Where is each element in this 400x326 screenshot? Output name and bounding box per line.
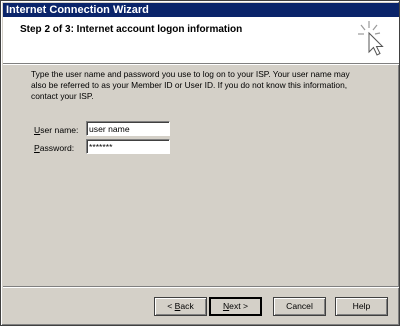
title-bar[interactable]: Internet Connection Wizard (3, 3, 399, 17)
cursor-sparkle-icon (358, 21, 384, 56)
step-title: Step 2 of 3: Internet account logon info… (20, 24, 243, 35)
instruction-text: Type the user name and password you use … (31, 69, 350, 101)
wizard-window: Internet Connection Wizard Step 2 of 3: … (0, 0, 400, 326)
cancel-button[interactable]: Cancel (273, 297, 326, 316)
username-input[interactable] (86, 121, 170, 136)
back-button[interactable]: < Back (154, 297, 207, 316)
password-input[interactable] (86, 139, 170, 154)
header-separator (3, 63, 399, 65)
next-button[interactable]: Next > (209, 297, 262, 316)
window-title: Internet Connection Wizard (6, 4, 149, 16)
password-label: Password: (34, 143, 75, 153)
help-button[interactable]: Help (335, 297, 388, 316)
footer-separator (3, 286, 399, 288)
username-label: User name: (34, 125, 79, 135)
wizard-header: Step 2 of 3: Internet account logon info… (3, 17, 399, 63)
